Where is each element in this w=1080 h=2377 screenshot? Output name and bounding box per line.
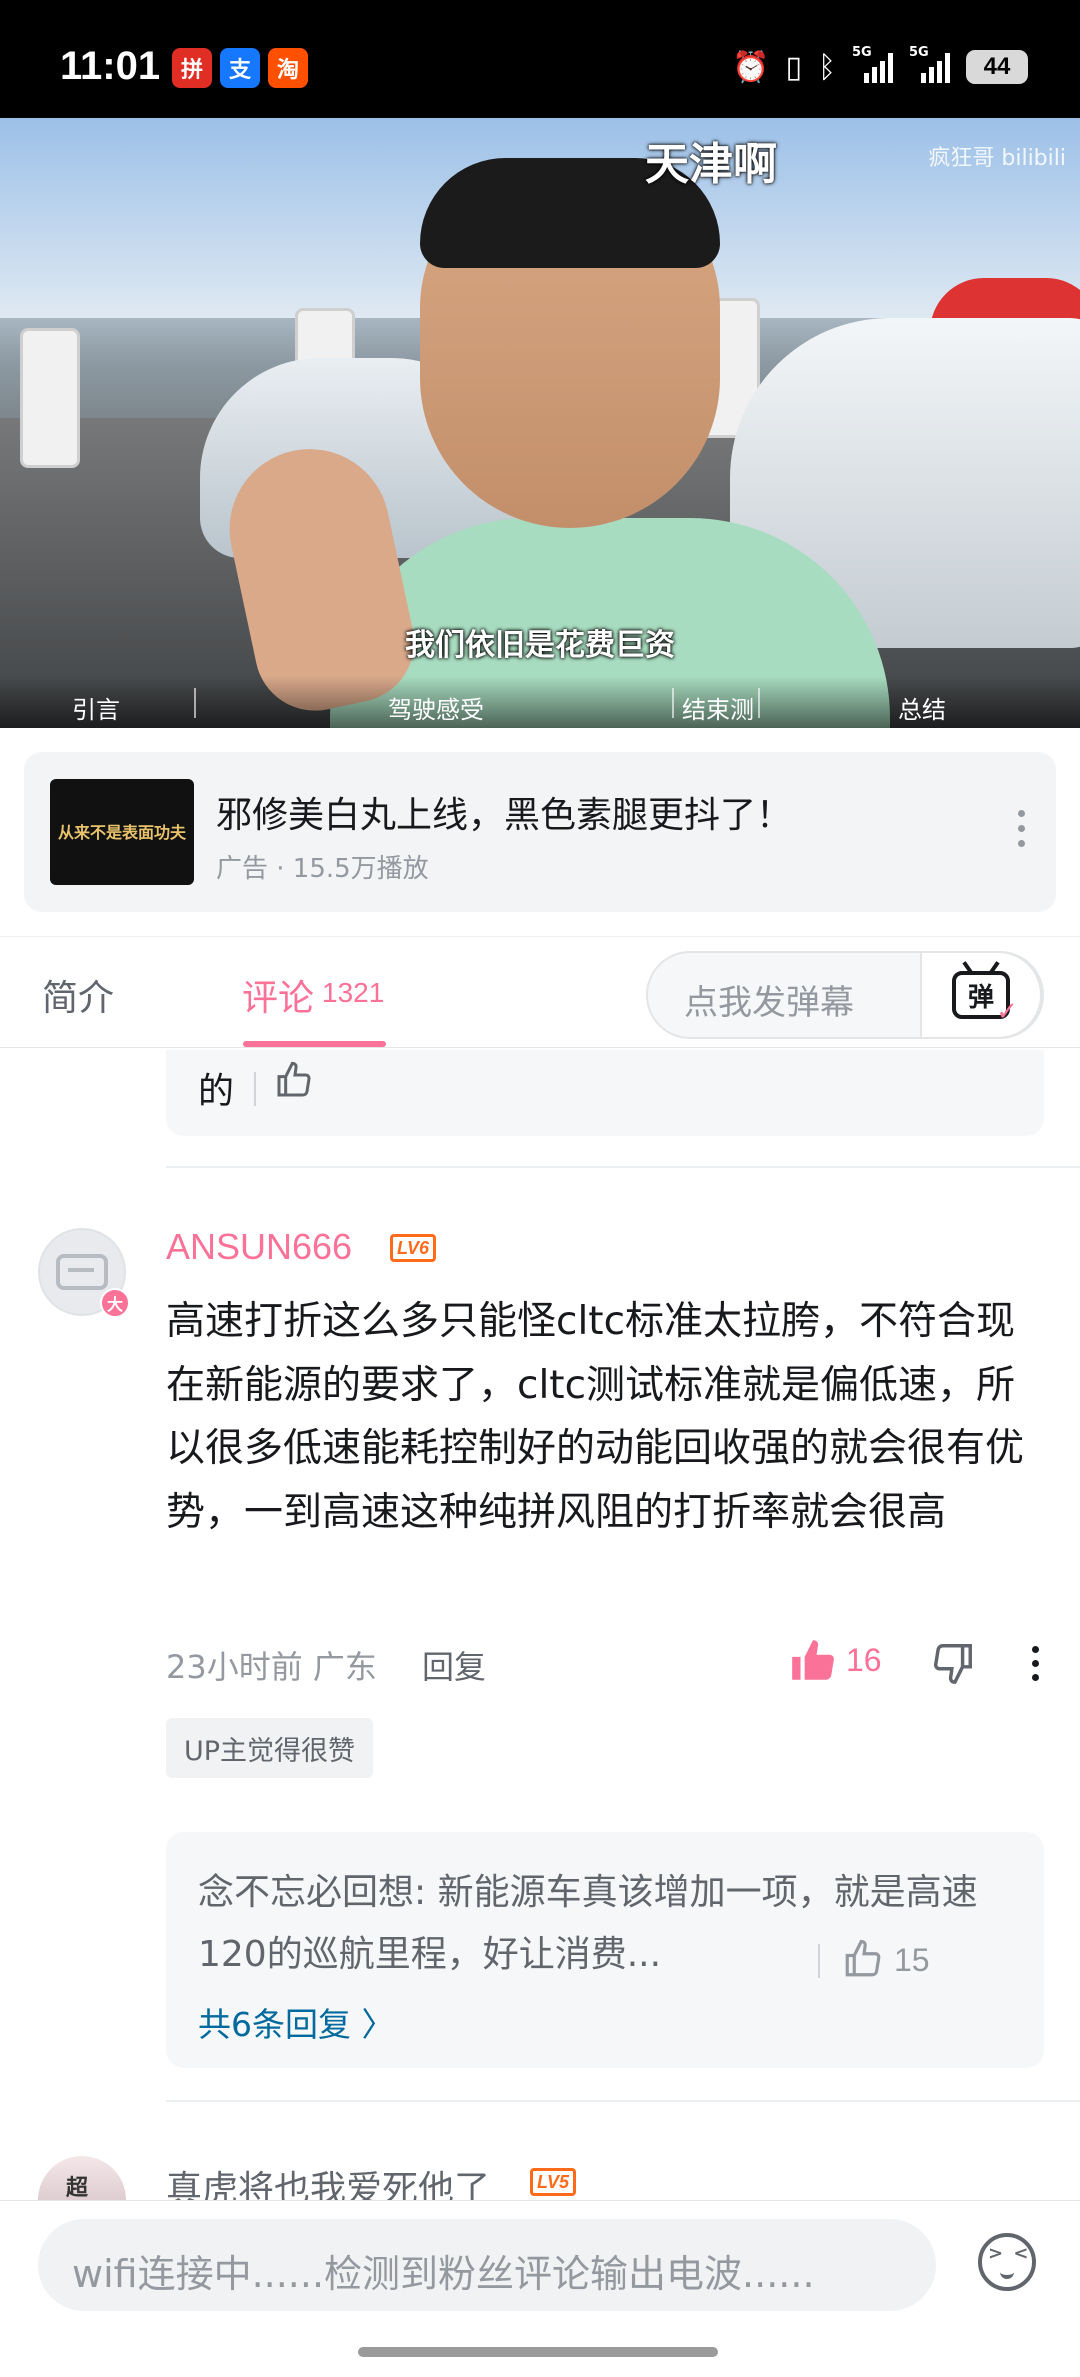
member-badge: 大 xyxy=(100,1288,130,1318)
video-title-overlay: 天津啊 xyxy=(645,139,777,190)
dislike-button[interactable] xyxy=(930,1640,976,1686)
status-bar: 11:01 拼 支 淘 ⏰ ▯ ᛒ 5G 5G 44 xyxy=(0,0,1080,118)
comment-username[interactable]: ANSUN666 xyxy=(166,1226,352,1268)
divider xyxy=(166,1166,1080,1168)
tab-intro[interactable]: 简介 xyxy=(42,969,114,1021)
tab-comments[interactable]: 评论 xyxy=(242,969,314,1021)
chapter-divider xyxy=(758,688,760,718)
video-subtitle: 我们依旧是花费巨资 xyxy=(405,628,675,663)
signal-1-icon: 5G xyxy=(852,45,893,83)
bottom-comment-bar: wifi连接中......检测到粉丝评论输出电波...... xyxy=(0,2200,1080,2377)
vibrate-icon: ▯ xyxy=(785,49,802,85)
pinduoduo-app-icon: 拼 xyxy=(172,48,212,88)
comment-time-location: 23小时前 广东 xyxy=(166,1648,377,1686)
reply-text-tail: 的 xyxy=(198,1071,235,1112)
battery-indicator: 44 xyxy=(966,50,1028,84)
divider xyxy=(166,2100,1080,2102)
danmaku-input[interactable]: 点我发弹幕 弹 ✓ xyxy=(646,951,1044,1039)
up-liked-badge: UP主觉得很赞 xyxy=(166,1718,374,1778)
emoji-icon[interactable] xyxy=(978,2233,1036,2291)
reply-button[interactable]: 回复 xyxy=(422,1642,486,1688)
ad-card[interactable]: 从来不是表面功夫 邪修美白丸上线，黑色素腿更抖了！ 广告 · 15.5万播放 xyxy=(24,752,1056,912)
comment-input[interactable]: wifi连接中......检测到粉丝评论输出电波...... xyxy=(38,2219,936,2311)
alarm-icon: ⏰ xyxy=(732,49,770,85)
video-player[interactable]: 天津啊 疯狂哥 bilibili 我们依旧是花费巨资 引言 驾驶感受 结束测 总… xyxy=(0,118,1080,728)
alipay-app-icon: 支 xyxy=(220,48,260,88)
bluetooth-icon: ᛒ xyxy=(818,49,836,85)
comment-text[interactable]: 高速打折这么多只能怪cltc标准太拉胯，不符合现在新能源的要求了，cltc测试标… xyxy=(166,1290,1046,1544)
divider xyxy=(254,1072,256,1106)
thumbs-up-icon[interactable] xyxy=(274,1060,314,1100)
sub-reply-like-count: 15 xyxy=(894,1942,930,1978)
danmaku-placeholder: 点我发弹幕 xyxy=(684,983,854,1023)
previous-reply-box[interactable]: 的 xyxy=(166,1050,1044,1136)
chapter-divider xyxy=(194,688,196,718)
level-badge: LV6 xyxy=(390,1234,437,1262)
danmaku-toggle-button[interactable]: 弹 ✓ xyxy=(920,951,1042,1039)
chapter-bar[interactable]: 引言 驾驶感受 结束测 总结 xyxy=(0,676,1080,728)
thumbs-up-icon[interactable] xyxy=(842,1938,884,1980)
more-options-icon[interactable] xyxy=(1030,1646,1040,1681)
divider xyxy=(818,1944,820,1978)
status-icons: ⏰ ▯ ᛒ 5G 5G 44 xyxy=(732,44,1028,90)
avatar[interactable]: 大 xyxy=(38,1228,130,1318)
chapter-marker[interactable]: 结束测 xyxy=(682,690,754,725)
active-tab-indicator xyxy=(243,1041,386,1047)
like-count: 16 xyxy=(846,1642,882,1678)
bilibili-tv-avatar-icon xyxy=(56,1254,108,1290)
ad-meta: 广告 · 15.5万播放 xyxy=(216,854,429,884)
taobao-app-icon: 淘 xyxy=(268,48,308,88)
ad-thumbnail-text: 从来不是表面功夫 xyxy=(57,823,186,842)
chapter-marker[interactable]: 总结 xyxy=(898,690,946,725)
chapter-marker[interactable]: 驾驶感受 xyxy=(388,690,484,725)
tab-bar: 简介 评论 1321 点我发弹幕 弹 ✓ xyxy=(0,936,1080,1048)
ad-title: 邪修美白丸上线，黑色素腿更抖了！ xyxy=(216,795,793,836)
more-options-icon[interactable] xyxy=(1016,810,1026,847)
ad-thumbnail: 从来不是表面功夫 xyxy=(50,779,194,885)
level-badge: LV5 xyxy=(530,2168,577,2196)
avatar-text: 超 xyxy=(66,2176,89,2201)
video-charger xyxy=(20,328,80,468)
view-all-replies-link[interactable]: 共6条回复 〉 xyxy=(198,1998,395,2046)
home-indicator[interactable] xyxy=(358,2347,718,2357)
video-watermark: 疯狂哥 bilibili xyxy=(928,146,1066,171)
chapter-divider xyxy=(672,688,674,718)
comment-count: 1321 xyxy=(322,977,385,1008)
sub-reply-box[interactable]: 念不忘必回想: 新能源车真该增加一项，就是高速120的巡航里程，好让消费... … xyxy=(166,1832,1044,2068)
comment-input-placeholder: wifi连接中......检测到粉丝评论输出电波...... xyxy=(72,2252,815,2296)
like-button[interactable] xyxy=(788,1636,838,1686)
chapter-marker[interactable]: 引言 xyxy=(72,690,120,725)
danmaku-icon: 弹 ✓ xyxy=(952,971,1018,1027)
signal-2-icon: 5G xyxy=(909,45,950,83)
status-time: 11:01 xyxy=(60,44,161,88)
